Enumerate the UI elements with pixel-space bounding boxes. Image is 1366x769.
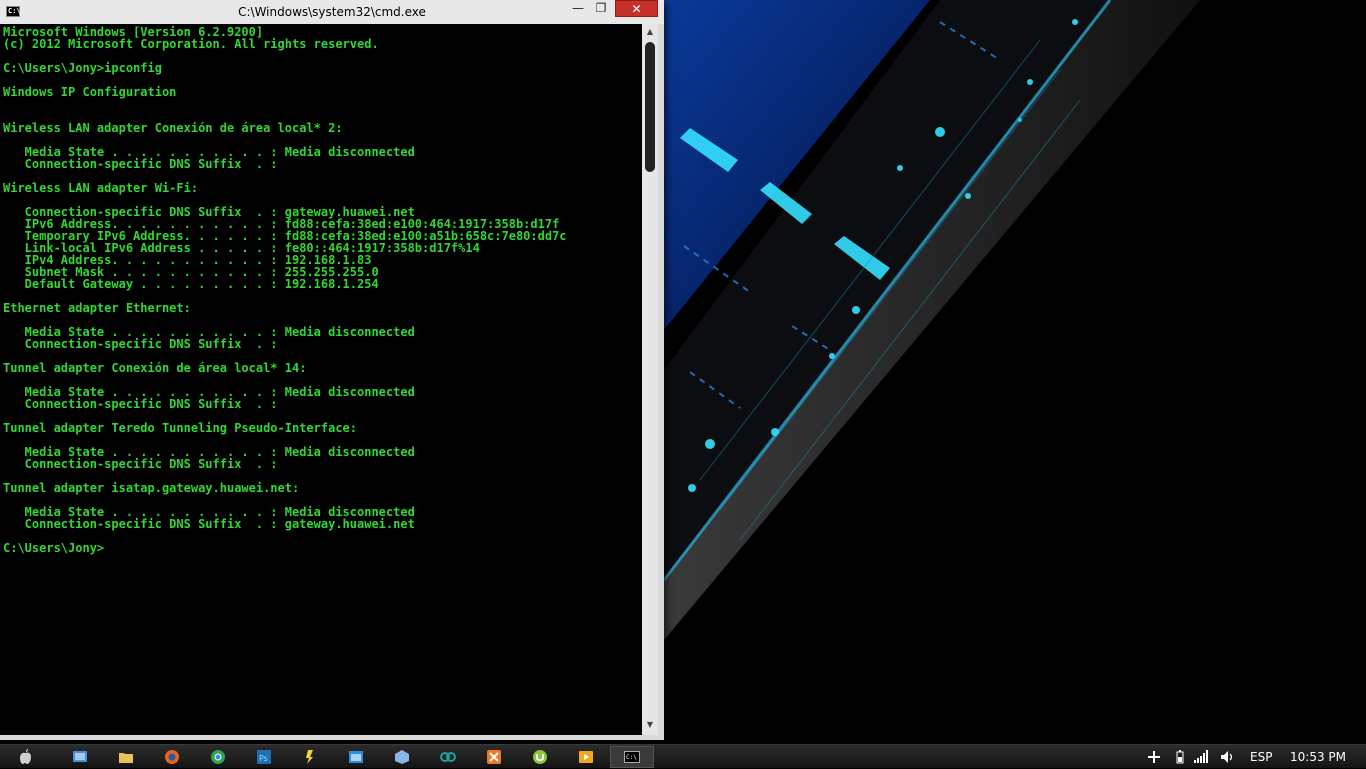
taskbar-app-photoshop[interactable]: Ps [242, 746, 286, 768]
virtualbox-icon [395, 750, 409, 764]
battery-icon[interactable] [1176, 750, 1184, 764]
taskbar-app-arduino[interactable] [426, 746, 470, 768]
restore-button[interactable]: ❐ [591, 0, 611, 17]
chrome-icon [211, 750, 225, 764]
taskbar-app-control-panel[interactable] [58, 746, 102, 768]
taskbar-app-utorrent[interactable] [518, 746, 562, 768]
photoshop-icon: Ps [257, 750, 271, 764]
usb-tool-icon [306, 750, 313, 764]
apple-icon [20, 749, 31, 764]
taskbar-app-chrome[interactable] [196, 746, 240, 768]
xampp-icon [487, 750, 501, 764]
media-player-icon [579, 751, 593, 763]
utorrent-icon [533, 750, 547, 764]
input-language[interactable]: ESP [1250, 750, 1272, 764]
scrollbar-thumb[interactable] [645, 42, 655, 172]
window-title: C:\Windows\system32\cmd.exe [238, 5, 426, 19]
svg-text:Ps: Ps [259, 754, 268, 763]
cmd-icon: C:\ [624, 751, 640, 763]
window-app-icon [349, 751, 363, 763]
taskbar-app-virtualbox[interactable] [380, 746, 424, 768]
show-hidden-icons-icon[interactable] [1148, 751, 1160, 763]
taskbar-app-window-app[interactable] [334, 746, 378, 768]
taskbar-app-firefox[interactable] [150, 746, 194, 768]
cmd-window[interactable]: C:\ C:\Windows\system32\cmd.exe — ❐ ✕ Mi… [0, 0, 664, 740]
taskbar-app-cmd[interactable]: C:\ [610, 746, 654, 768]
console-text: Microsoft Windows [Version 6.2.9200] (c)… [3, 25, 567, 555]
scroll-down-arrow-icon[interactable]: ▼ [644, 719, 656, 731]
firefox-icon [165, 750, 179, 764]
arduino-icon [440, 752, 456, 762]
svg-text:C:\: C:\ [626, 754, 637, 761]
scroll-up-arrow-icon[interactable]: ▲ [644, 26, 656, 38]
taskbar-app-media-player[interactable] [564, 746, 608, 768]
taskbar: Ps C:\ ESP 10:53 PM [0, 744, 1366, 768]
taskbar-app-usb-tool[interactable] [288, 746, 332, 768]
close-button[interactable]: ✕ [615, 0, 658, 17]
wifi-signal-icon[interactable] [1194, 750, 1208, 764]
minimize-button[interactable]: — [568, 0, 588, 17]
file-explorer-icon [119, 753, 133, 763]
taskbar-app-file-explorer[interactable] [104, 746, 148, 768]
taskbar-app-apple[interactable] [4, 746, 48, 768]
clock[interactable]: 10:53 PM [1290, 750, 1346, 764]
console-output[interactable]: Microsoft Windows [Version 6.2.9200] (c)… [0, 24, 642, 735]
window-titlebar[interactable]: C:\ C:\Windows\system32\cmd.exe — ❐ ✕ [0, 0, 664, 24]
control-panel-icon [73, 751, 87, 762]
taskbar-app-xampp[interactable] [472, 746, 516, 768]
vertical-scrollbar[interactable]: ▲ ▼ [642, 24, 658, 735]
volume-icon[interactable] [1220, 750, 1234, 764]
